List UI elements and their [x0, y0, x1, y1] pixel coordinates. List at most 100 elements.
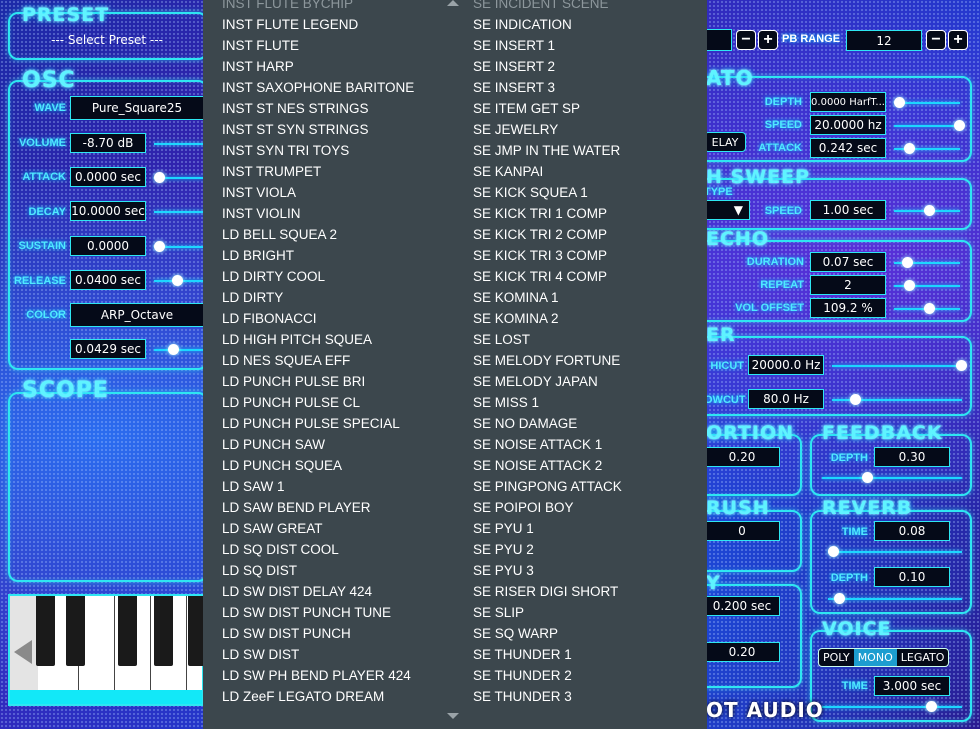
- feedback-depth-field[interactable]: 0.30: [874, 447, 950, 467]
- echo-duration-field[interactable]: 0.07 sec: [810, 252, 886, 272]
- delay-time-field[interactable]: 0.200 sec: [704, 596, 780, 616]
- preset-option[interactable]: LD BELL SQUEA 2: [222, 224, 414, 245]
- arp-speed-slider[interactable]: [154, 344, 204, 355]
- preset-dropdown-list[interactable]: INST FLUTE BYCHIP INST FLUTE LEGEND INST F…: [203, 0, 707, 729]
- preset-option[interactable]: SE KOMINA 1: [473, 287, 622, 308]
- color-select[interactable]: ARP_Octave: [70, 303, 204, 327]
- reverb-depth-field[interactable]: 0.10: [874, 567, 950, 587]
- reverb-time-slider-knob[interactable]: [828, 546, 839, 557]
- preset-option[interactable]: INST VIOLA: [222, 182, 414, 203]
- feedback-depth-slider-knob[interactable]: [862, 472, 873, 483]
- preset-option[interactable]: SE THUNDER 2: [473, 665, 622, 686]
- preset-option[interactable]: SE MELODY JAPAN: [473, 371, 622, 392]
- preset-option[interactable]: LD SW DIST DELAY 424: [222, 581, 414, 602]
- preset-option[interactable]: LD NES SQUEA EFF: [222, 350, 414, 371]
- volume-field[interactable]: -8.70 dB: [70, 133, 146, 153]
- attack-field[interactable]: 0.0000 sec: [70, 167, 146, 187]
- preset-option[interactable]: SE POIPOI BOY: [473, 497, 622, 518]
- preset-option[interactable]: SE THUNDER 3: [473, 686, 622, 707]
- volume-slider[interactable]: [154, 143, 204, 145]
- sustain-slider[interactable]: [154, 241, 204, 252]
- voice-time-slider-knob[interactable]: [926, 701, 937, 712]
- echo-duration-slider-knob[interactable]: [902, 257, 913, 268]
- feedback-depth-slider[interactable]: [822, 472, 962, 483]
- attack-slider-knob[interactable]: [154, 172, 165, 183]
- vib-depth-slider[interactable]: [894, 97, 960, 108]
- preset-option[interactable]: LD SAW BEND PLAYER: [222, 497, 414, 518]
- preset-option[interactable]: SE PINGPONG ATTACK: [473, 476, 622, 497]
- black-key[interactable]: [36, 596, 55, 666]
- preset-option[interactable]: LD HIGH PITCH SQUEA: [222, 329, 414, 350]
- preset-option[interactable]: LD SQ DIST: [222, 560, 414, 581]
- decay-field[interactable]: 10.0000 sec: [70, 201, 146, 221]
- preset-option[interactable]: LD DIRTY: [222, 287, 414, 308]
- voice-mode-toggle[interactable]: POLY MONO LEGATO: [818, 648, 950, 667]
- reverb-time-slider[interactable]: [828, 546, 962, 557]
- reverb-depth-slider-knob[interactable]: [834, 593, 845, 604]
- preset-option[interactable]: INST SAXOPHONE BARITONE: [222, 77, 414, 98]
- reverb-time-field[interactable]: 0.08: [874, 521, 950, 541]
- voice-time-field[interactable]: 3.000 sec: [874, 676, 950, 696]
- echo-vol-offset-field[interactable]: 109.2 %: [810, 298, 886, 318]
- echo-repeat-slider[interactable]: [894, 280, 960, 291]
- preset-option[interactable]: SE KICK TRI 4 COMP: [473, 266, 622, 287]
- preset-option[interactable]: LD SW DIST PUNCH TUNE: [222, 602, 414, 623]
- bitcrush-field[interactable]: 0: [704, 521, 780, 541]
- preset-option[interactable]: SE INSERT 3: [473, 77, 622, 98]
- preset-option[interactable]: LD DIRTY COOL: [222, 266, 414, 287]
- preset-option[interactable]: INST ST SYN STRINGS: [222, 119, 414, 140]
- preset-option[interactable]: INST SYN TRI TOYS: [222, 140, 414, 161]
- lowcut-slider[interactable]: [832, 394, 962, 405]
- preset-option[interactable]: LD SAW 1: [222, 476, 414, 497]
- hicut-slider-knob[interactable]: [956, 360, 967, 371]
- preset-option[interactable]: SE NOISE ATTACK 1: [473, 434, 622, 455]
- black-key[interactable]: [66, 596, 85, 666]
- vib-speed-slider[interactable]: [894, 120, 965, 131]
- preset-option[interactable]: SE KANPAI: [473, 161, 622, 182]
- preset-option[interactable]: INST VIOLIN: [222, 203, 414, 224]
- preset-option[interactable]: INST ST NES STRINGS: [222, 98, 414, 119]
- scroll-up-icon[interactable]: [447, 0, 459, 6]
- voice-time-slider[interactable]: [822, 701, 962, 712]
- echo-duration-slider[interactable]: [894, 257, 960, 268]
- hicut-field[interactable]: 20000.0 Hz: [748, 355, 824, 375]
- sustain-slider-knob[interactable]: [154, 241, 165, 252]
- vib-attack-field[interactable]: 0.242 sec: [810, 138, 886, 158]
- vib-depth-slider-knob[interactable]: [894, 97, 905, 108]
- preset-option[interactable]: INST FLUTE BYCHIP: [222, 0, 414, 14]
- preset-option[interactable]: INST FLUTE LEGEND: [222, 14, 414, 35]
- preset-option[interactable]: LD PUNCH SAW: [222, 434, 414, 455]
- echo-vol-offset-slider-knob[interactable]: [924, 303, 935, 314]
- piano-keyboard[interactable]: [8, 594, 207, 706]
- preset-option[interactable]: SE KICK TRI 1 COMP: [473, 203, 622, 224]
- preset-option[interactable]: LD SQ DIST COOL: [222, 539, 414, 560]
- preset-option[interactable]: INST TRUMPET: [222, 161, 414, 182]
- voice-mode-mono[interactable]: MONO: [853, 649, 897, 666]
- preset-option[interactable]: SE KICK TRI 2 COMP: [473, 224, 622, 245]
- echo-repeat-field[interactable]: 2: [810, 275, 886, 295]
- preset-option[interactable]: SE KICK SQUEA 1: [473, 182, 622, 203]
- preset-option[interactable]: SE INCIDENT SCENE: [473, 0, 622, 14]
- preset-option[interactable]: SE PYU 1: [473, 518, 622, 539]
- sweep-speed-slider-knob[interactable]: [924, 205, 935, 216]
- preset-option[interactable]: SE INSERT 2: [473, 56, 622, 77]
- preset-option[interactable]: LD PUNCH PULSE CL: [222, 392, 414, 413]
- preset-option[interactable]: LD PUNCH PULSE SPECIAL: [222, 413, 414, 434]
- vib-attack-slider-knob[interactable]: [904, 143, 915, 154]
- vib-speed-slider-knob[interactable]: [954, 120, 965, 131]
- pb-range-plus-button[interactable]: +: [948, 30, 968, 50]
- preset-option[interactable]: LD ZeeF LEGATO DREAM: [222, 686, 414, 707]
- preset-option[interactable]: SE SQ WARP: [473, 623, 622, 644]
- hicut-slider[interactable]: [832, 360, 967, 371]
- lowcut-field[interactable]: 80.0 Hz: [748, 389, 824, 409]
- preset-option[interactable]: SE KOMINA 2: [473, 308, 622, 329]
- preset-option[interactable]: SE MISS 1: [473, 392, 622, 413]
- preset-option[interactable]: SE LOST: [473, 329, 622, 350]
- voice-mode-poly[interactable]: POLY: [819, 649, 854, 666]
- preset-option[interactable]: LD PUNCH PULSE BRI: [222, 371, 414, 392]
- sweep-speed-field[interactable]: 1.00 sec: [810, 200, 886, 220]
- release-slider-knob[interactable]: [172, 275, 183, 286]
- wave-select[interactable]: Pure_Square25: [70, 96, 204, 120]
- preset-option[interactable]: LD FIBONACCI: [222, 308, 414, 329]
- preset-option[interactable]: SE NO DAMAGE: [473, 413, 622, 434]
